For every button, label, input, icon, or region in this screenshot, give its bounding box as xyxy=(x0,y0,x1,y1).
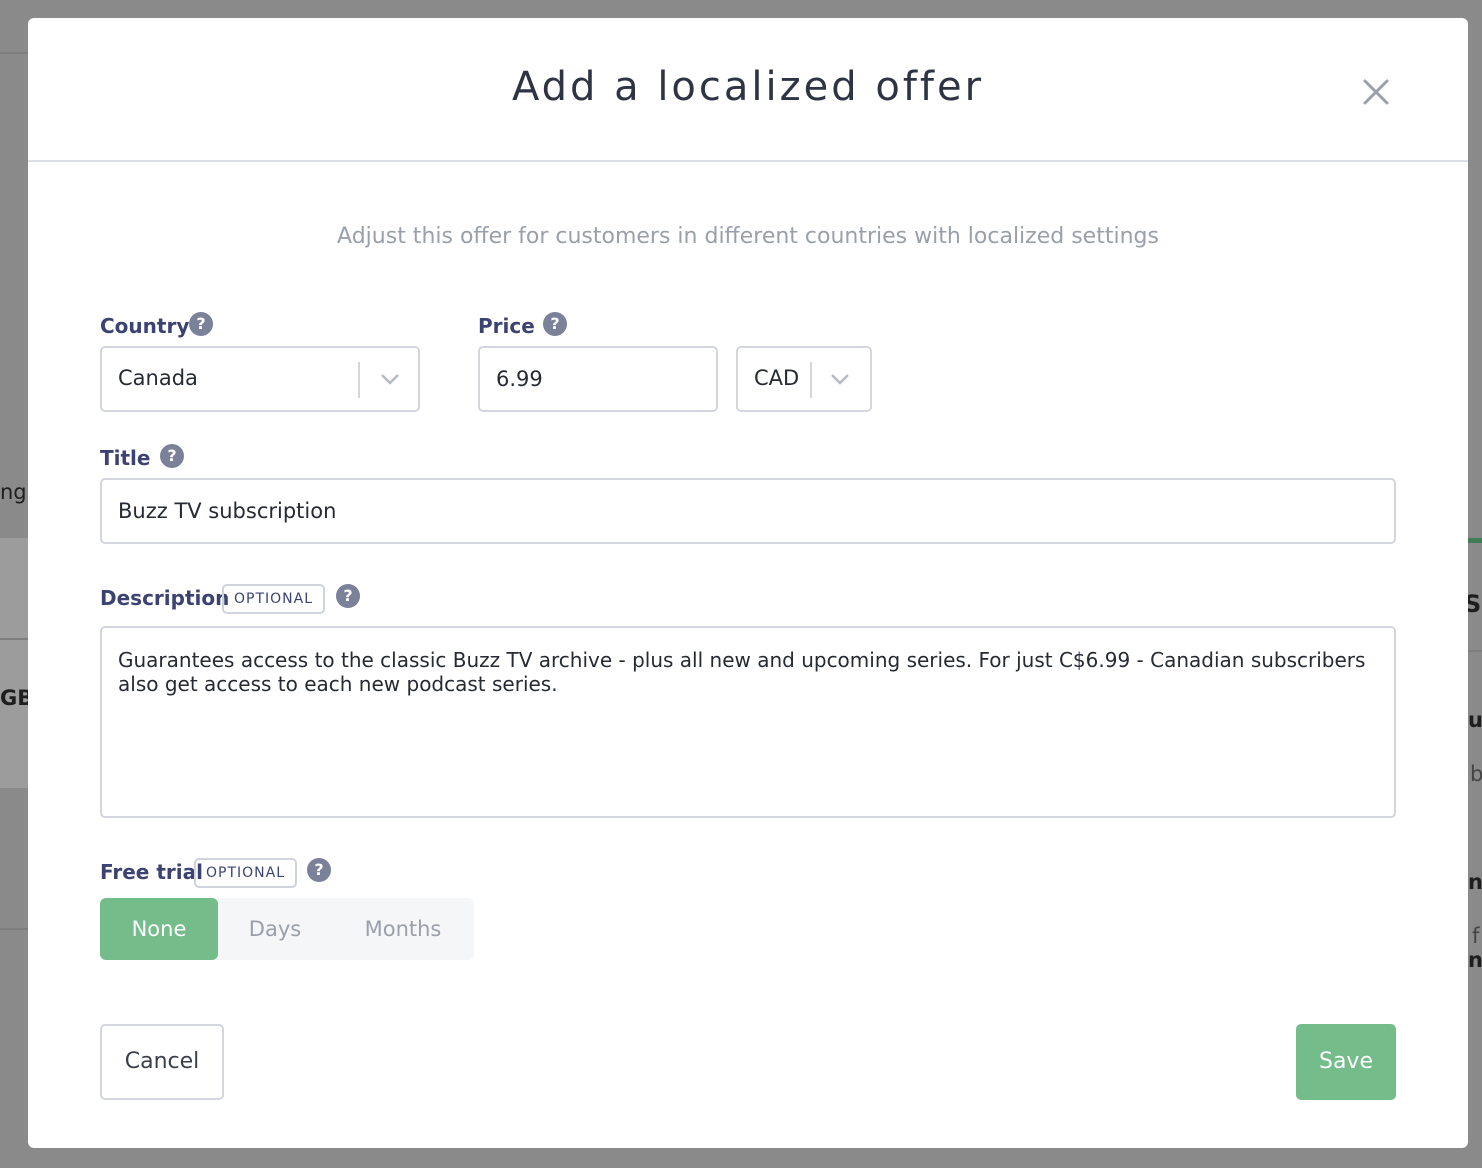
country-label: Country xyxy=(100,314,190,338)
chevron-down-icon xyxy=(381,374,399,385)
price-input[interactable] xyxy=(478,346,718,412)
background-text: u xyxy=(1468,708,1482,732)
background-divider xyxy=(0,638,28,640)
description-textarea[interactable]: Guarantees access to the classic Buzz TV… xyxy=(100,626,1396,818)
modal-subtitle: Adjust this offer for customers in diffe… xyxy=(337,224,1159,249)
free-trial-option-months[interactable]: Months xyxy=(340,898,466,960)
modal-header: Add a localized offer xyxy=(28,18,1468,162)
country-select[interactable]: Canada xyxy=(100,346,420,412)
free-trial-label: Free trial xyxy=(100,860,203,884)
background-divider xyxy=(1468,650,1482,652)
title-input[interactable] xyxy=(100,478,1396,544)
optional-badge: OPTIONAL xyxy=(194,858,298,888)
price-help-icon[interactable]: ? xyxy=(543,312,567,336)
cancel-button[interactable]: Cancel xyxy=(100,1024,224,1100)
localized-offer-modal: Add a localized offer Adjust this offer … xyxy=(28,18,1468,1148)
background-text: n xyxy=(1468,948,1482,972)
background-text: ng xyxy=(0,480,27,504)
select-separator xyxy=(358,362,360,398)
background-divider xyxy=(0,928,28,930)
background-accent-bar xyxy=(1468,538,1482,543)
free-trial-option-days[interactable]: Days xyxy=(220,898,330,960)
description-help-icon[interactable]: ? xyxy=(336,584,360,608)
free-trial-help-icon[interactable]: ? xyxy=(307,858,331,882)
description-label: Description xyxy=(100,586,230,610)
background-text: b xyxy=(1470,762,1482,786)
background-panel xyxy=(0,538,28,788)
background-text: f xyxy=(1472,924,1480,948)
background-text: n xyxy=(1468,870,1482,894)
close-icon xyxy=(1363,79,1389,105)
currency-select[interactable]: CAD xyxy=(736,346,872,412)
price-label: Price xyxy=(478,314,535,338)
save-button[interactable]: Save xyxy=(1296,1024,1396,1100)
modal-title: Add a localized offer xyxy=(511,64,985,110)
chevron-down-icon xyxy=(831,374,849,385)
country-select-value: Canada xyxy=(118,366,198,390)
title-help-icon[interactable]: ? xyxy=(160,444,184,468)
free-trial-option-none[interactable]: None xyxy=(100,898,218,960)
currency-select-value: CAD xyxy=(754,366,800,390)
background-divider xyxy=(0,52,28,54)
select-separator xyxy=(810,362,812,398)
close-button[interactable] xyxy=(1360,76,1392,108)
optional-badge: OPTIONAL xyxy=(222,584,326,614)
country-help-icon[interactable]: ? xyxy=(189,312,213,336)
title-label: Title xyxy=(100,446,151,470)
